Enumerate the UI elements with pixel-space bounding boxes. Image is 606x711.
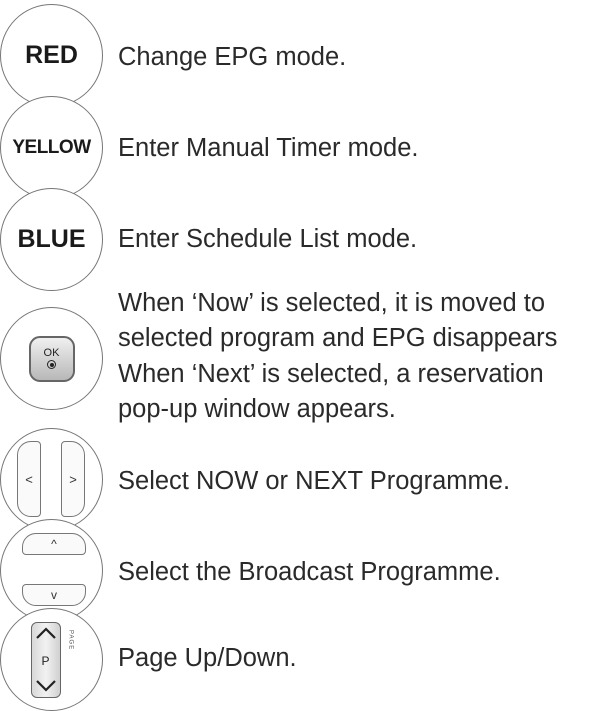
- up-chevron-icon: ^: [51, 537, 57, 551]
- yellow-button[interactable]: YELLOW: [0, 96, 103, 199]
- page-down-icon: [35, 680, 56, 692]
- ok-button-circle: OK: [0, 307, 103, 410]
- blue-description: Enter Schedule List mode.: [118, 225, 418, 253]
- page-button-circle: P PAGE: [0, 608, 103, 711]
- right-chevron-icon: >: [69, 471, 77, 487]
- up-down-button-circle: ^ v: [0, 519, 103, 622]
- left-right-button-circle: < >: [0, 428, 103, 531]
- yellow-description: Enter Manual Timer mode.: [118, 134, 419, 162]
- red-button-label: RED: [25, 41, 78, 69]
- page-up-icon: [35, 627, 56, 639]
- right-arrow-button[interactable]: >: [61, 441, 85, 517]
- up-down-description: Select the Broadcast Programme.: [118, 558, 501, 586]
- page-button-label: P: [41, 654, 50, 668]
- left-right-description: Select NOW or NEXT Programme.: [118, 467, 511, 495]
- ok-description-line-3: When ‘Next’ is selected, a reservation: [118, 360, 544, 388]
- blue-button-label: BLUE: [17, 225, 86, 253]
- page-button[interactable]: P: [30, 622, 61, 698]
- ok-description-line-2: selected program and EPG disappears: [118, 324, 558, 352]
- ok-description-line-1: When ‘Now’ is selected, it is moved to: [118, 289, 546, 317]
- ok-button-label: OK: [43, 347, 60, 359]
- down-arrow-button[interactable]: v: [22, 584, 86, 606]
- left-chevron-icon: <: [25, 471, 33, 487]
- page-description: Page Up/Down.: [118, 644, 297, 672]
- up-arrow-button[interactable]: ^: [22, 533, 86, 555]
- red-description: Change EPG mode.: [118, 43, 347, 71]
- ok-dot-icon: [47, 360, 56, 369]
- down-chevron-icon: v: [51, 588, 57, 602]
- yellow-button-label: YELLOW: [12, 136, 91, 158]
- ok-description-line-4: pop-up window appears.: [118, 395, 396, 423]
- ok-button[interactable]: OK: [28, 335, 75, 382]
- blue-button[interactable]: BLUE: [0, 188, 103, 291]
- left-arrow-button[interactable]: <: [17, 441, 41, 517]
- red-button[interactable]: RED: [0, 4, 103, 107]
- page-side-label: PAGE: [67, 630, 74, 651]
